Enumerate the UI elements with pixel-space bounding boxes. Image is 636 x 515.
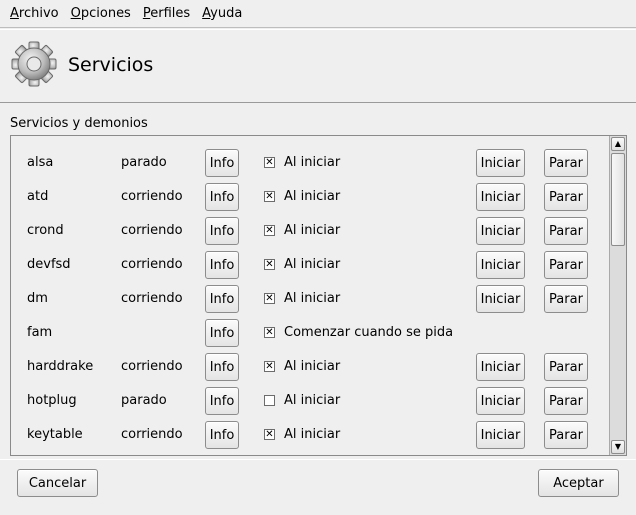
start-button[interactable]: Iniciar [476, 387, 525, 415]
service-state: corriendo [121, 257, 183, 272]
stop-button[interactable]: Parar [544, 183, 588, 211]
service-row-devfsd: devfsd corriendo Info ✕ Al iniciar Inici… [11, 248, 609, 282]
menu-ayuda[interactable]: Ayuda [196, 4, 248, 24]
service-row-atd: atd corriendo Info ✕ Al iniciar Iniciar … [11, 180, 609, 214]
services-list-frame: alsa parado Info ✕ Al iniciar Iniciar Pa… [10, 135, 627, 456]
info-button[interactable]: Info [205, 183, 239, 211]
start-button[interactable]: Iniciar [476, 421, 525, 449]
stop-button[interactable]: Parar [544, 421, 588, 449]
services-group-label: Servicios y demonios [10, 116, 148, 131]
service-state: parado [121, 155, 167, 170]
service-name: keytable [27, 427, 83, 442]
service-state: corriendo [121, 359, 183, 374]
service-state: corriendo [121, 223, 183, 238]
info-button[interactable]: Info [205, 319, 239, 347]
menu-ayuda-mnemonic: A [202, 5, 211, 21]
scroll-down-arrow-icon[interactable]: ▼ [611, 440, 625, 454]
service-name: hotplug [27, 393, 77, 408]
startup-checkbox[interactable] [264, 395, 275, 406]
service-name: alsa [27, 155, 54, 170]
info-button[interactable]: Info [205, 421, 239, 449]
startup-checkbox[interactable]: ✕ [264, 225, 275, 236]
startup-checkbox[interactable]: ✕ [264, 157, 275, 168]
menu-perfiles-rest: erfiles [150, 5, 191, 21]
info-button[interactable]: Info [205, 353, 239, 381]
stop-button[interactable]: Parar [544, 149, 588, 177]
menu-opciones-rest: pciones [80, 5, 131, 21]
startup-checkbox-label: Al iniciar [284, 291, 341, 306]
gear-icon [11, 41, 57, 87]
startup-checkbox-label: Al iniciar [284, 393, 341, 408]
service-state: corriendo [121, 427, 183, 442]
scroll-up-arrow-icon[interactable]: ▲ [611, 137, 625, 151]
startup-checkbox-label: Al iniciar [284, 189, 341, 204]
vertical-scrollbar[interactable]: ▲ ▼ [609, 136, 626, 455]
service-name: dm [27, 291, 48, 306]
menu-ayuda-rest: yuda [210, 5, 243, 21]
startup-checkbox-label: Al iniciar [284, 427, 341, 442]
info-button[interactable]: Info [205, 285, 239, 313]
info-button[interactable]: Info [205, 217, 239, 245]
service-state: corriendo [121, 189, 183, 204]
start-button[interactable]: Iniciar [476, 217, 525, 245]
service-row-fam: fam Info ✕ Comenzar cuando se pida [11, 316, 609, 350]
service-name: fam [27, 325, 53, 340]
service-name: harddrake [27, 359, 94, 374]
service-row-alsa: alsa parado Info ✕ Al iniciar Iniciar Pa… [11, 146, 609, 180]
menu-opciones[interactable]: Opciones [65, 4, 137, 24]
info-button[interactable]: Info [205, 387, 239, 415]
accept-button[interactable]: Aceptar [538, 469, 619, 497]
start-button[interactable]: Iniciar [476, 251, 525, 279]
stop-button[interactable]: Parar [544, 353, 588, 381]
startup-checkbox[interactable]: ✕ [264, 191, 275, 202]
start-button[interactable]: Iniciar [476, 353, 525, 381]
startup-checkbox-label: Al iniciar [284, 257, 341, 272]
stop-button[interactable]: Parar [544, 285, 588, 313]
startup-checkbox-label: Comenzar cuando se pida [284, 325, 454, 340]
stop-button[interactable]: Parar [544, 387, 588, 415]
service-row-crond: crond corriendo Info ✕ Al iniciar Inicia… [11, 214, 609, 248]
service-row-dm: dm corriendo Info ✕ Al iniciar Iniciar P… [11, 282, 609, 316]
header-banner: Servicios [0, 29, 636, 103]
service-state: corriendo [121, 291, 183, 306]
service-state: parado [121, 393, 167, 408]
startup-checkbox[interactable]: ✕ [264, 259, 275, 270]
menu-archivo-rest: rchivo [18, 5, 59, 21]
service-row-harddrake: harddrake corriendo Info ✕ Al iniciar In… [11, 350, 609, 384]
start-button[interactable]: Iniciar [476, 285, 525, 313]
service-row-hotplug: hotplug parado Info Al iniciar Iniciar P… [11, 384, 609, 418]
startup-checkbox[interactable]: ✕ [264, 327, 275, 338]
scrollbar-thumb[interactable] [611, 153, 625, 246]
startup-checkbox-label: Al iniciar [284, 359, 341, 374]
service-name: atd [27, 189, 49, 204]
start-button[interactable]: Iniciar [476, 149, 525, 177]
service-name: devfsd [27, 257, 71, 272]
startup-checkbox[interactable]: ✕ [264, 429, 275, 440]
startup-checkbox[interactable]: ✕ [264, 293, 275, 304]
cancel-button[interactable]: Cancelar [17, 469, 98, 497]
startup-checkbox[interactable]: ✕ [264, 361, 275, 372]
start-button[interactable]: Iniciar [476, 183, 525, 211]
info-button[interactable]: Info [205, 251, 239, 279]
menu-archivo-mnemonic: A [10, 5, 19, 21]
info-button[interactable]: Info [205, 149, 239, 177]
startup-checkbox-label: Al iniciar [284, 223, 341, 238]
startup-checkbox-label: Al iniciar [284, 155, 341, 170]
footer-divider [0, 459, 636, 460]
menubar: Archivo Opciones Perfiles Ayuda [0, 0, 636, 28]
menu-opciones-mnemonic: O [70, 5, 81, 21]
stop-button[interactable]: Parar [544, 251, 588, 279]
service-row-keytable: keytable corriendo Info ✕ Al iniciar Ini… [11, 418, 609, 452]
services-list: alsa parado Info ✕ Al iniciar Iniciar Pa… [11, 136, 609, 455]
menu-perfiles[interactable]: Perfiles [137, 4, 196, 24]
stop-button[interactable]: Parar [544, 217, 588, 245]
service-name: crond [27, 223, 64, 238]
page-title: Servicios [68, 54, 154, 76]
menu-archivo[interactable]: Archivo [4, 4, 65, 24]
